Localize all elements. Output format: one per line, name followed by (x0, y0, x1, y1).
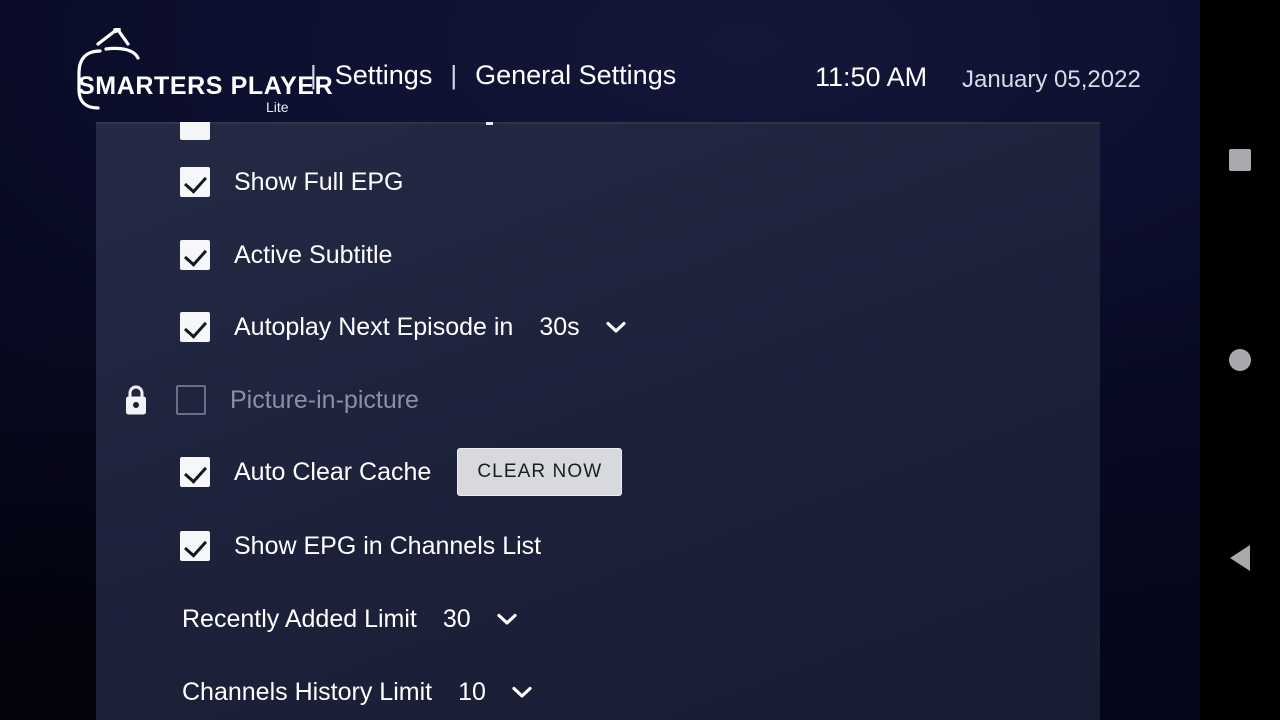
chevron-down-icon[interactable] (495, 607, 519, 631)
clock-date: January 05,2022 (962, 66, 1141, 93)
app-header: SMARTERS PLAYER Lite | Settings | Genera… (0, 0, 1200, 122)
setting-value-autoplay-delay[interactable]: 30s (539, 313, 579, 342)
checkbox-show-epg-in-channels-list[interactable] (180, 531, 210, 561)
setting-row-picture-in-picture[interactable]: Picture-in-picture (122, 374, 419, 426)
setting-label-picture-in-picture: Picture-in-picture (230, 385, 419, 414)
app-logo: SMARTERS PLAYER Lite (70, 28, 333, 115)
chevron-down-icon[interactable] (604, 315, 628, 339)
settings-panel: Show Full EPG Active Subtitle Autoplay N… (96, 122, 1100, 720)
clipped-text-fragment (486, 122, 493, 125)
app-background: SMARTERS PLAYER Lite | Settings | Genera… (0, 0, 1200, 720)
breadcrumb-separator-2: | (450, 60, 458, 90)
setting-row-channels-history-limit[interactable]: Channels History Limit 10 (182, 666, 534, 718)
nav-recents-button[interactable] (1200, 132, 1280, 188)
breadcrumb: | Settings | General Settings (310, 60, 676, 91)
setting-row-show-full-epg[interactable]: Show Full EPG (180, 156, 404, 208)
checkbox-autoplay-next-episode[interactable] (180, 312, 210, 342)
setting-row-active-subtitle[interactable]: Active Subtitle (180, 229, 392, 281)
setting-row-show-epg-in-channels-list[interactable]: Show EPG in Channels List (180, 520, 541, 572)
setting-row-recently-added-limit[interactable]: Recently Added Limit 30 (182, 593, 519, 645)
checkbox-show-full-epg[interactable] (180, 167, 210, 197)
nav-home-button[interactable] (1200, 332, 1280, 388)
setting-label-recently-added-limit: Recently Added Limit (182, 604, 417, 633)
breadcrumb-separator-1: | (310, 60, 317, 90)
checkbox-auto-clear-cache[interactable] (180, 457, 210, 487)
setting-label-active-subtitle: Active Subtitle (234, 240, 393, 269)
setting-row-autoplay-next-episode[interactable]: Autoplay Next Episode in 30s (180, 301, 628, 353)
clipped-row-above (180, 122, 1040, 140)
breadcrumb-settings[interactable]: Settings (335, 60, 433, 91)
logo-subtitle: Lite (266, 99, 289, 115)
breadcrumb-general-settings[interactable]: General Settings (475, 60, 676, 91)
logo-wordmark: SMARTERS PLAYER (78, 72, 333, 101)
setting-value-recently-added-limit[interactable]: 30 (443, 605, 471, 634)
chevron-down-icon[interactable] (510, 680, 534, 704)
checkbox-active-subtitle[interactable] (180, 240, 210, 270)
triangle-left-icon (1230, 545, 1250, 571)
screen: SMARTERS PLAYER Lite | Settings | Genera… (0, 0, 1280, 720)
nav-back-button[interactable] (1200, 530, 1280, 586)
setting-label-show-epg-in-channels-list: Show EPG in Channels List (234, 531, 542, 560)
square-icon (1229, 149, 1251, 171)
setting-label-channels-history-limit: Channels History Limit (182, 677, 433, 706)
setting-label-auto-clear-cache: Auto Clear Cache (234, 457, 432, 486)
setting-label-autoplay-next-episode: Autoplay Next Episode in (234, 312, 514, 341)
clipped-checkbox (180, 122, 210, 140)
lock-icon (122, 383, 150, 417)
clear-now-button[interactable]: CLEAR NOW (457, 448, 623, 496)
setting-value-channels-history-limit[interactable]: 10 (458, 678, 486, 707)
clock-time: 11:50 AM (815, 62, 928, 92)
logo-text: SMARTERS PLAYER (78, 72, 334, 100)
circle-icon (1229, 349, 1251, 371)
setting-label-show-full-epg: Show Full EPG (234, 167, 404, 196)
checkbox-picture-in-picture[interactable] (176, 385, 206, 415)
system-navigation-bar (1200, 0, 1280, 720)
setting-row-auto-clear-cache[interactable]: Auto Clear Cache CLEAR NOW (180, 446, 623, 498)
